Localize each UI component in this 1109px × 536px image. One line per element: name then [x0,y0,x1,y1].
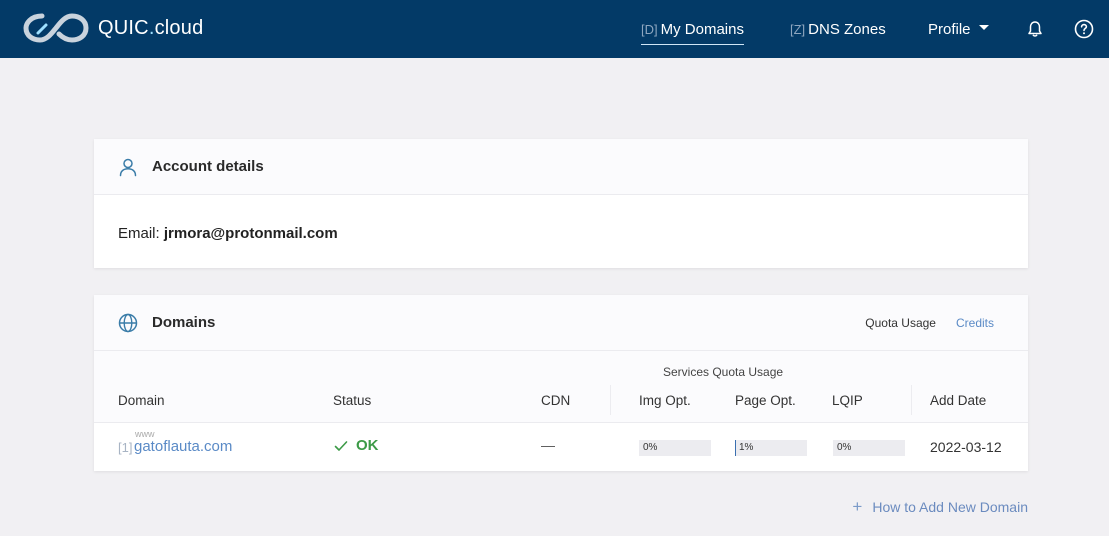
column-header-img-opt: Img Opt. [639,393,691,408]
nav-dns-zones[interactable]: [Z] DNS Zones [790,0,886,58]
user-icon [119,158,137,176]
quota-usage-link[interactable]: Quota Usage [865,316,936,330]
column-header-lqip: LQIP [832,393,863,408]
account-details-card: Account details Email: jrmora@protonmail… [94,139,1028,268]
table-row: www [1] gatoflauta.com OK — 0% 1% 0% 202… [94,423,1028,471]
credits-link[interactable]: Credits [956,316,994,330]
account-card-title: Account details [152,158,264,175]
domains-card: Domains Quota Usage Credits Services Quo… [94,295,1028,471]
lqip-progress: 0% [833,440,905,456]
help-button[interactable] [1074,0,1094,58]
domains-table-header: Services Quota Usage Domain Status CDN I… [94,351,1028,423]
img-opt-progress: 0% [639,440,711,456]
brand-name: QUIC.cloud [98,16,204,39]
column-divider [610,385,611,415]
img-opt-progress-label: 0% [643,442,658,453]
nav-my-domains-key: [D] [641,21,658,37]
status-badge: OK [334,437,379,454]
account-email-row: Email: jrmora@protonmail.com [94,195,1028,272]
bell-icon [1028,21,1042,37]
row-index: [1] [118,440,133,455]
domains-view-links: Quota Usage Credits [865,295,994,351]
page-opt-progress-label: 1% [739,442,754,453]
how-to-add-domain-label: How to Add New Domain [872,499,1028,515]
column-divider [911,385,912,415]
cdn-value: — [541,437,555,453]
column-header-cdn: CDN [541,393,571,408]
services-quota-caption: Services Quota Usage [663,365,784,379]
domains-card-header: Domains Quota Usage Credits [94,295,1028,351]
globe-icon [118,313,138,332]
domain-link[interactable]: gatoflauta.com [134,438,232,455]
quic-cloud-logo-icon [23,13,89,43]
nav-my-domains[interactable]: [D] My Domains [641,0,744,58]
account-card-header: Account details [94,139,1028,195]
help-circle-icon [1074,19,1094,39]
column-header-status: Status [333,393,372,408]
notifications-button[interactable] [1025,0,1045,58]
check-icon [334,440,348,451]
column-header-add-date: Add Date [930,393,987,408]
top-navbar: QUIC.cloud [D] My Domains [Z] DNS Zones … [0,0,1109,58]
email-label: Email: [118,225,160,242]
nav-dns-zones-label: DNS Zones [808,20,886,38]
lqip-progress-label: 0% [837,442,852,453]
nav-profile-label: Profile [928,20,971,38]
how-to-add-domain-link[interactable]: + How to Add New Domain [852,497,1028,517]
add-date-value: 2022-03-12 [930,439,1002,455]
nav-my-domains-label: My Domains [660,20,744,38]
email-value: jrmora@protonmail.com [163,225,338,242]
plus-icon: + [852,497,863,516]
page-opt-progress: 1% [735,440,807,456]
column-header-page-opt: Page Opt. [735,393,796,408]
status-text: OK [356,437,379,454]
nav-dns-zones-key: [Z] [790,21,806,37]
caret-down-icon [978,24,989,30]
nav-profile-dropdown[interactable]: Profile [928,0,989,58]
brand[interactable]: QUIC.cloud [22,8,203,48]
domains-card-title: Domains [152,314,216,331]
page-opt-progress-fill [735,440,736,456]
active-nav-underline [641,44,744,45]
column-header-domain: Domain [118,393,165,408]
